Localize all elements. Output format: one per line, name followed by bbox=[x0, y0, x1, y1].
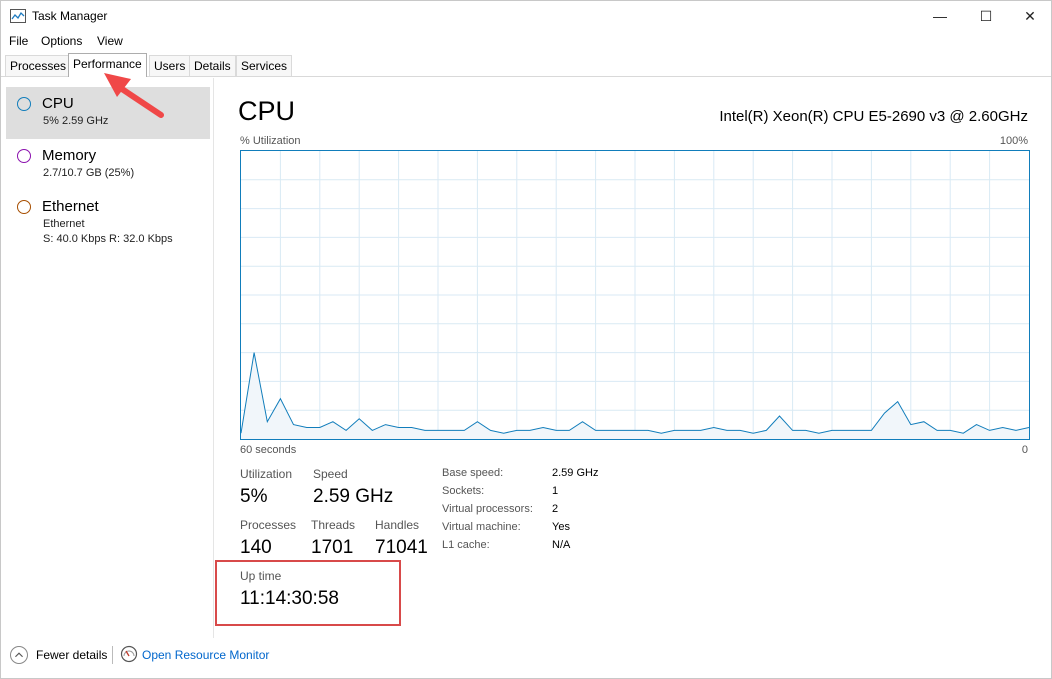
spec-value: Yes bbox=[552, 521, 570, 533]
sidebar-item-ethernet[interactable]: Ethernet Ethernet S: 40.0 Kbps R: 32.0 K… bbox=[6, 191, 210, 251]
graph-y-max-label: 100% bbox=[999, 135, 1028, 147]
cpu-model-name: Intel(R) Xeon(R) CPU E5-2690 v3 @ 2.60GH… bbox=[719, 108, 1028, 125]
fewer-details-button[interactable]: Fewer details bbox=[36, 648, 107, 662]
tab-processes[interactable]: Processes bbox=[5, 55, 72, 76]
spec-label: Virtual processors: bbox=[442, 503, 533, 515]
maximize-button[interactable]: ☐ bbox=[963, 1, 1009, 31]
menu-options[interactable]: Options bbox=[41, 34, 82, 48]
page-title: CPU bbox=[238, 96, 296, 126]
spec-label: Base speed: bbox=[442, 467, 504, 479]
sidebar-item-throughput: S: 40.0 Kbps R: 32.0 Kbps bbox=[43, 233, 173, 245]
speed-label: Speed bbox=[313, 467, 348, 481]
tab-bar: Processes Performance Users Details Serv… bbox=[1, 51, 1051, 77]
sidebar-item-detail: 2.7/10.7 GB (25%) bbox=[43, 167, 135, 179]
sidebar-item-memory[interactable]: Memory 2.7/10.7 GB (25%) bbox=[6, 140, 210, 190]
speed-value: 2.59 GHz bbox=[313, 486, 394, 507]
tab-services[interactable]: Services bbox=[236, 55, 293, 76]
tab-users[interactable]: Users bbox=[149, 55, 191, 76]
uptime-highlight-box bbox=[215, 560, 401, 626]
threads-value: 1701 bbox=[311, 537, 354, 558]
footer-divider bbox=[112, 646, 113, 664]
spec-value: N/A bbox=[552, 539, 571, 551]
sidebar-item-detail: 5% 2.59 GHz bbox=[43, 115, 109, 127]
minimize-button[interactable]: — bbox=[917, 1, 963, 31]
graph-x-left-label: 60 seconds bbox=[240, 444, 297, 456]
resource-monitor-icon bbox=[120, 645, 138, 663]
sidebar-item-cpu[interactable]: CPU 5% 2.59 GHz bbox=[6, 87, 210, 139]
spec-label: Virtual machine: bbox=[442, 521, 521, 533]
handles-label: Handles bbox=[375, 518, 420, 532]
menu-view[interactable]: View bbox=[97, 34, 123, 48]
spec-value: 2 bbox=[552, 503, 559, 515]
tab-details[interactable]: Details bbox=[189, 55, 236, 76]
cpu-utilization-graph bbox=[240, 150, 1030, 440]
menu-file[interactable]: File bbox=[9, 34, 28, 48]
utilization-label: Utilization bbox=[240, 467, 293, 481]
spec-label: L1 cache: bbox=[442, 539, 490, 551]
cpu-indicator-icon bbox=[17, 97, 31, 111]
processes-label: Processes bbox=[240, 518, 297, 532]
footer: Fewer details Open Resource Monitor bbox=[1, 641, 1051, 671]
graph-y-label: % Utilization bbox=[240, 135, 301, 147]
sidebar-item-label: Memory bbox=[42, 147, 97, 164]
threads-label: Threads bbox=[311, 518, 356, 532]
cpu-utilization-chart bbox=[240, 151, 1030, 439]
sidebar-item-label: Ethernet bbox=[42, 198, 99, 215]
tab-performance[interactable]: Performance bbox=[68, 53, 147, 77]
performance-sidebar: CPU 5% 2.59 GHz Memory 2.7/10.7 GB (25%)… bbox=[1, 78, 214, 638]
memory-indicator-icon bbox=[17, 149, 31, 163]
ethernet-indicator-icon bbox=[17, 200, 31, 214]
spec-label: Sockets: bbox=[442, 485, 485, 497]
processes-value: 140 bbox=[240, 537, 272, 558]
chevron-up-icon[interactable] bbox=[10, 646, 28, 664]
utilization-value: 5% bbox=[240, 486, 268, 507]
title-bar: Task Manager — ☐ ✕ bbox=[1, 1, 1051, 31]
task-manager-window: Task Manager — ☐ ✕ File Options View Pro… bbox=[0, 0, 1052, 679]
sidebar-item-label: CPU bbox=[42, 95, 74, 112]
close-button[interactable]: ✕ bbox=[1007, 1, 1052, 31]
sidebar-item-detail: Ethernet bbox=[43, 218, 85, 230]
spec-value: 1 bbox=[552, 485, 559, 497]
menu-bar: File Options View bbox=[1, 31, 1051, 51]
window-title: Task Manager bbox=[32, 9, 108, 23]
graph-x-right-label: 0 bbox=[1021, 444, 1028, 456]
spec-value: 2.59 GHz bbox=[552, 467, 599, 479]
handles-value: 71041 bbox=[375, 537, 428, 558]
open-resource-monitor-link[interactable]: Open Resource Monitor bbox=[142, 648, 269, 662]
task-manager-icon bbox=[10, 9, 26, 23]
